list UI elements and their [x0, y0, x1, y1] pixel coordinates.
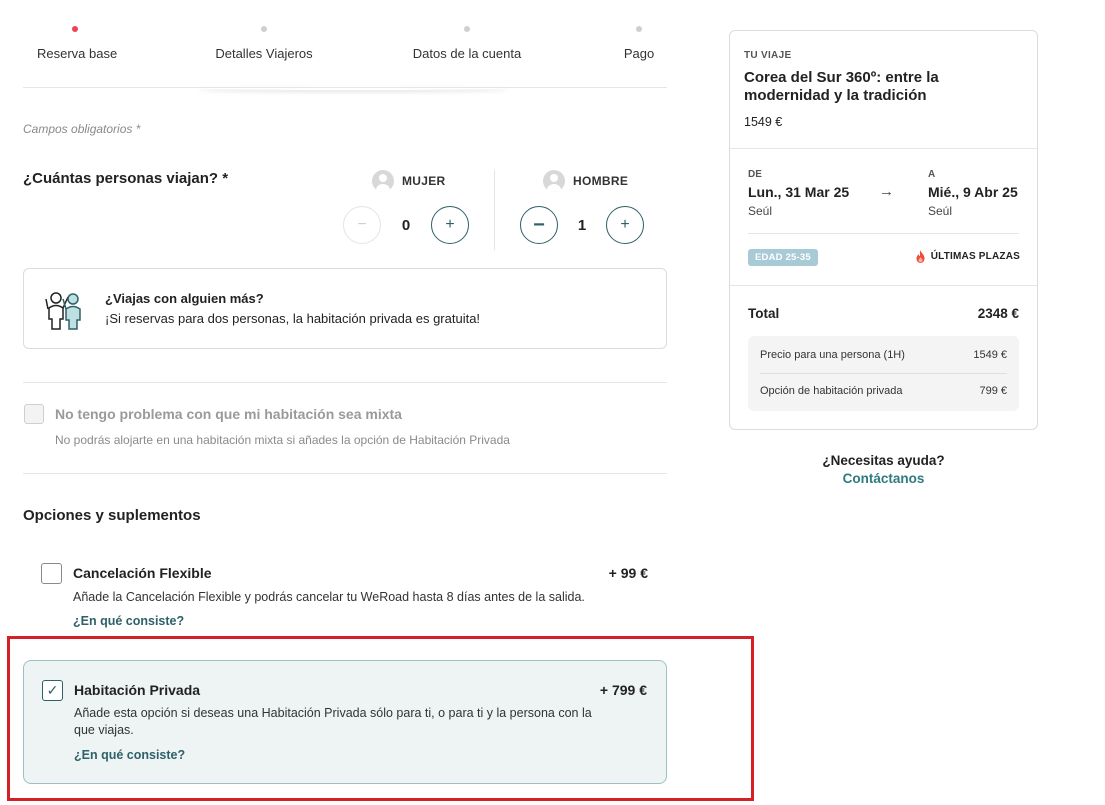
summary-divider — [730, 285, 1037, 286]
stepper-shadow — [198, 86, 508, 90]
step-reserva-base[interactable]: Reserva base — [37, 20, 118, 61]
breakdown-row: Precio para una persona (1H) 1549 € — [760, 349, 1007, 361]
summary-divider — [748, 233, 1019, 234]
price-breakdown: Precio para una persona (1H) 1549 € Opci… — [748, 336, 1019, 411]
breakdown-label: Precio para una persona (1H) — [760, 349, 905, 361]
option-title: Cancelación Flexible — [73, 565, 212, 581]
women-stepper: − 0 + — [343, 206, 469, 244]
info-title: ¿Viajas con alguien más? — [105, 291, 264, 306]
progress-stepper: Reserva base Detalles Viajeros Datos de … — [23, 20, 667, 88]
departure-city: Seúl — [748, 204, 773, 218]
step-label: Reserva base — [37, 46, 118, 61]
contact-link[interactable]: Contáctanos — [729, 471, 1038, 486]
men-label: HOMBRE — [573, 174, 629, 188]
step-label: Pago — [623, 46, 655, 61]
women-counter-group: MUJER − 0 + — [343, 170, 469, 250]
women-label: MUJER — [402, 174, 446, 188]
help-section: ¿Necesitas ayuda? Contáctanos — [729, 453, 1038, 486]
women-decrement-button[interactable]: − — [343, 206, 381, 244]
breakdown-value: 1549 € — [973, 349, 1007, 361]
options-section-title: Opciones y suplementos — [23, 507, 201, 524]
breakdown-value: 799 € — [979, 385, 1007, 397]
step-datos-cuenta[interactable]: Datos de la cuenta — [412, 20, 522, 61]
step-label: Datos de la cuenta — [412, 46, 522, 61]
fire-icon — [916, 250, 925, 263]
required-fields-note: Campos obligatorios * — [23, 122, 141, 136]
travel-companion-info-box: ¿Viajas con alguien más? ¡Si reservas pa… — [23, 268, 667, 349]
departure-label: DE — [748, 169, 762, 180]
trip-price: 1549 € — [744, 115, 783, 129]
info-text: ¡Si reservas para dos personas, la habit… — [105, 311, 481, 326]
men-counter-group: HOMBRE − 1 + — [520, 170, 644, 250]
step-active-dot — [72, 26, 78, 32]
step-detalles-viajeros[interactable]: Detalles Viajeros — [213, 20, 315, 61]
mixed-room-note: No podrás alojarte en una habitación mix… — [55, 433, 510, 447]
step-label: Detalles Viajeros — [215, 46, 313, 61]
step-dot — [261, 26, 267, 32]
total-value: 2348 € — [977, 306, 1019, 321]
step-dot — [464, 26, 470, 32]
last-places-indicator: ÚLTIMAS PLAZAS — [915, 250, 1020, 263]
men-decrement-button[interactable]: − — [520, 206, 558, 244]
step-pago[interactable]: Pago — [621, 20, 657, 61]
breakdown-row: Opción de habitación privada 799 € — [760, 385, 1007, 397]
breakdown-divider — [760, 373, 1007, 374]
man-avatar-icon — [543, 170, 565, 192]
men-stepper: − 1 + — [520, 206, 644, 244]
travellers-question: ¿Cuántas personas viajan? * — [23, 170, 229, 187]
trip-kicker: TU VIAJE — [744, 50, 792, 61]
help-question: ¿Necesitas ayuda? — [822, 453, 945, 468]
highlight-annotation-box — [7, 636, 754, 801]
divider — [23, 473, 667, 474]
return-label: A — [928, 169, 936, 180]
women-header: MUJER — [372, 170, 469, 192]
breakdown-label: Opción de habitación privada — [760, 385, 903, 397]
last-places-label: ÚLTIMAS PLAZAS — [930, 251, 1020, 262]
men-header: HOMBRE — [543, 170, 644, 192]
option-price: + 99 € — [608, 565, 648, 581]
step-dot — [636, 26, 642, 32]
return-date: Mié., 9 Abr 25 — [928, 184, 1018, 200]
total-label: Total — [748, 306, 780, 321]
divider — [23, 382, 667, 383]
summary-divider — [730, 148, 1037, 149]
woman-avatar-icon — [372, 170, 394, 192]
return-city: Seúl — [928, 204, 953, 218]
option-description: Añade la Cancelación Flexible y podrás c… — [73, 590, 585, 604]
counter-divider — [494, 170, 495, 250]
flexible-cancellation-checkbox[interactable] — [41, 563, 62, 584]
men-count: 1 — [577, 216, 587, 234]
flexible-info-link[interactable]: ¿En qué consiste? — [73, 614, 184, 628]
two-people-icon — [45, 292, 81, 330]
mixed-room-label: No tengo problema con que mi habitación … — [55, 406, 402, 422]
age-range-badge: EDAD 25-35 — [748, 249, 818, 266]
trip-title: Corea del Sur 360º: entre la modernidad … — [744, 69, 939, 104]
mixed-room-checkbox[interactable] — [24, 404, 44, 424]
women-count: 0 — [401, 216, 411, 234]
women-increment-button[interactable]: + — [431, 206, 469, 244]
departure-date: Lun., 31 Mar 25 — [748, 184, 850, 200]
men-increment-button[interactable]: + — [606, 206, 644, 244]
trip-summary-card: TU VIAJE Corea del Sur 360º: entre la mo… — [729, 30, 1038, 430]
arrow-right-icon: → — [879, 183, 894, 200]
flexible-cancellation-option[interactable]: Cancelación Flexible + 99 € Añade la Can… — [23, 556, 667, 630]
